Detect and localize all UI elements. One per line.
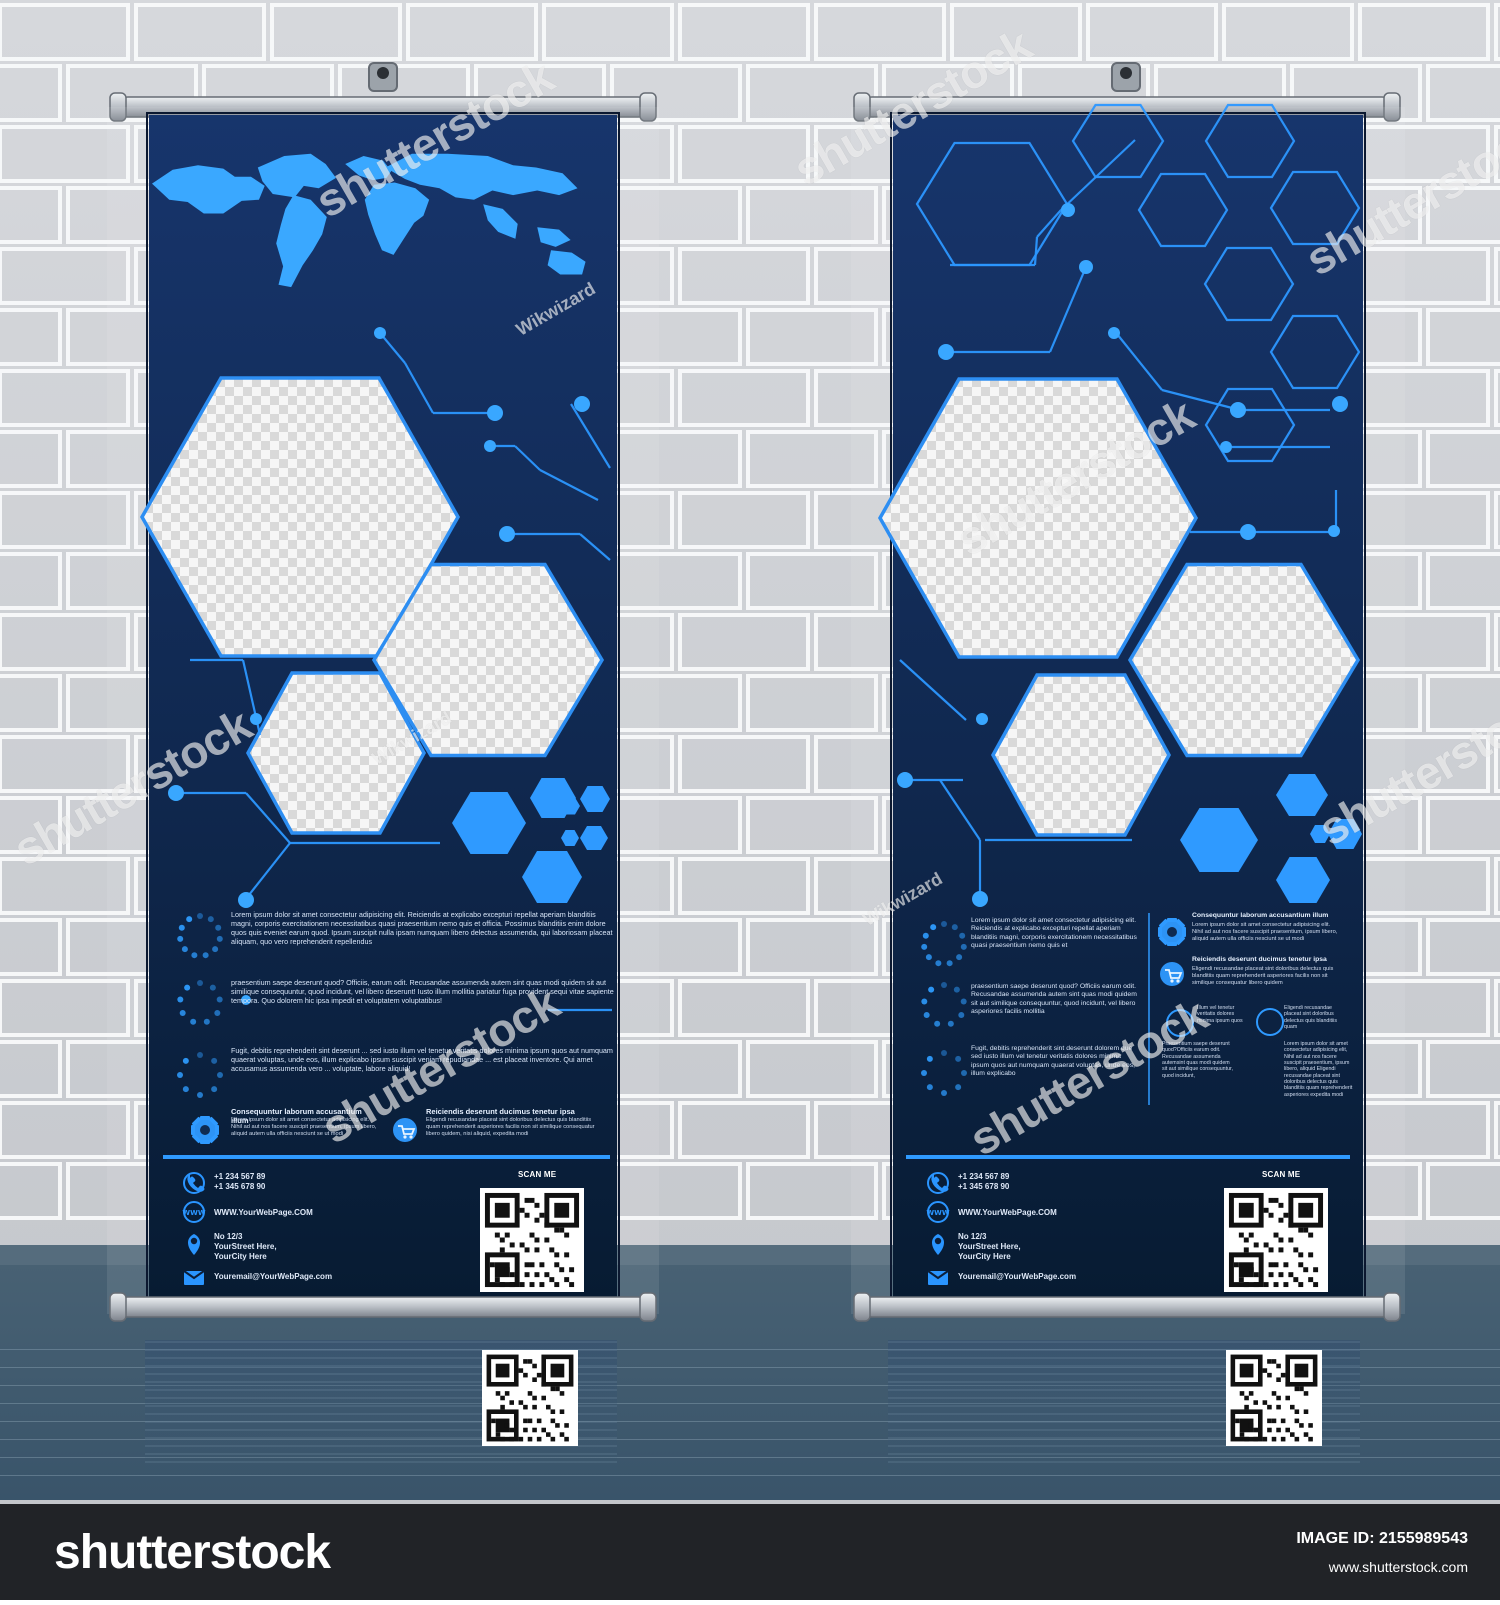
banner-pole [861,1296,1393,1318]
right-body-paragraph-1: Lorem ipsum dolor sit amet consectetur a… [971,917,1137,950]
svg-text:WWW: WWW [926,1209,949,1217]
pole-end [1383,1292,1401,1322]
email-icon [183,1270,205,1285]
right-feature-1-body: Lorem ipsum dolor sit amet consectetur a… [1192,922,1338,942]
left-feature-2-title: Reiciendis deserunt ducimus tenetur ipsa [426,1107,575,1116]
right-body-paragraph-2: praesentium saepe deserunt quod? Officii… [971,983,1137,1016]
hanger-hole [1120,67,1132,79]
left-feature-1-body: Lorem ipsum dolor sit amet consectetur a… [231,1117,377,1137]
gear-icon [1158,918,1186,946]
svg-text:WWW: WWW [182,1209,205,1217]
right-mini-column-2-top: Eligendi recusandae placeat sint dolorib… [1284,1005,1337,1031]
footer-url: www.shutterstock.com [1328,1559,1468,1575]
right-mini-column-2-bottom: Lorem ipsum dolor sit amet consectetur a… [1284,1041,1353,1098]
right-email: Youremail@YourWebPage.com [958,1272,1077,1281]
pole-end [639,1292,657,1322]
right-feature-1-title: Consequuntur laborum accusantium illum [1192,912,1329,919]
scene: WWW WWW Lorem ipsum dolor sit amet consec… [0,0,1500,1600]
left-body-paragraph-1: Lorem ipsum dolor sit amet consectetur a… [231,910,613,946]
right-qr-reflection [1226,1350,1322,1446]
left-body-paragraph-3: Fugit, debitis reprehenderit sint deseru… [231,1046,613,1073]
left-phone: +1 234 567 89 +1 345 678 90 [214,1172,266,1191]
right-mini-column-1-bottom: Praesentium saepe deserunt quod?Officiis… [1162,1041,1233,1079]
right-feature-2-title: Reiciendis deserunt ducimus tenetur ipsa [1192,956,1327,963]
footer-brand: shutterstock [54,1526,331,1579]
footer-image-id: IMAGE ID: 2155989543 [1296,1530,1468,1547]
right-address: No 12/3 YourStreet Here, YourCity Here [958,1232,1021,1261]
right-feature-2-body: Eligendi recusandae placeat sint dolorib… [1192,966,1334,986]
left-scan-label: SCAN ME [518,1170,557,1179]
right-website: WWW.YourWebPage.COM [958,1208,1057,1217]
pole-end [853,1292,871,1322]
left-body-paragraph-2: praesentium saepe deserunt quod? Officii… [231,978,614,1005]
right-phone: +1 234 567 89 +1 345 678 90 [958,1172,1010,1191]
pole-end [109,1292,127,1322]
banner-pole [117,1296,649,1318]
cart-icon [1160,962,1184,986]
left-email: Youremail@YourWebPage.com [214,1272,333,1281]
left-website: WWW.YourWebPage.COM [214,1208,313,1217]
hanger-hole [377,67,389,79]
left-qr-reflection [482,1350,578,1446]
left-qr-code [480,1188,584,1292]
gear-icon [191,1116,219,1144]
left-address: No 12/3 YourStreet Here, YourCity Here [214,1232,277,1261]
right-scan-label: SCAN ME [1262,1170,1301,1179]
right-mini-column-1-top: Illum vel tenetur veritatis dolores mini… [1197,1005,1243,1024]
scene-illustration: WWW WWW [0,0,1500,1600]
right-banner [851,107,1405,1314]
cart-icon [393,1118,417,1142]
left-feature-2-body: Eligendi recusandae placeat sint dolorib… [426,1117,595,1137]
email-icon [927,1270,949,1285]
right-qr-code [1224,1188,1328,1292]
right-body-paragraph-3: Fugit, debitis reprehenderit sint deseru… [971,1045,1135,1078]
